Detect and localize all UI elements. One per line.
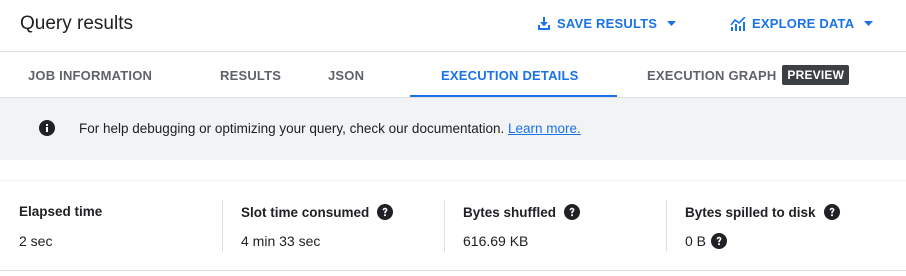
explore-data-label: EXPLORE DATA [752,16,855,31]
stat-value: 4 min 33 sec [241,233,321,249]
preview-badge: PREVIEW [782,65,850,85]
stat-label: Elapsed time [19,204,103,219]
stat-value: 616.69 KB [463,233,529,249]
help-icon[interactable] [711,233,728,249]
tab-execution-graph-label: EXECUTION GRAPH [647,67,777,83]
stat-label: Bytes shuffled [463,204,557,220]
save-results-button[interactable]: SAVE RESULTS [537,16,677,31]
help-icon[interactable] [564,204,581,220]
stat-divider [666,200,667,252]
stat-value: 0 B [685,233,707,249]
help-icon[interactable] [823,204,840,220]
stat-label-group: Bytes shuffled [463,204,581,220]
tab-job-information[interactable]: JOB INFORMATION [28,52,152,98]
tab-results[interactable]: RESULTS [220,52,281,98]
tab-execution-details[interactable]: EXECUTION DETAILS [441,52,579,98]
results-tabs: JOB INFORMATION RESULTS JSON EXECUTION D… [0,52,906,98]
help-banner-text: For help debugging or optimizing your qu… [79,121,581,136]
query-results-header: Query results SAVE RESULTS EXPLORE DATA [0,0,906,52]
stat-label-group: Bytes spilled to disk [685,204,840,220]
tab-json[interactable]: JSON [328,52,364,98]
tab-execution-graph[interactable]: EXECUTION GRAPH PREVIEW [647,52,850,98]
stat-label: Bytes spilled to disk [685,204,816,220]
download-icon [538,16,550,30]
explore-data-button[interactable]: EXPLORE DATA [730,16,874,31]
help-icon[interactable] [377,204,394,220]
page-title: Query results [20,13,133,34]
help-banner-message: For help debugging or optimizing your qu… [79,121,505,136]
stat-value-group: 0 B [685,233,728,249]
info-icon [39,120,55,136]
learn-more-link[interactable]: Learn more. [508,121,581,136]
stat-divider [444,200,445,252]
stat-divider [222,200,223,252]
stat-value: 2 sec [19,233,53,249]
caret-down-icon [864,21,874,26]
save-results-label: SAVE RESULTS [557,16,658,31]
stat-label: Slot time consumed [241,204,370,220]
chart-icon [730,16,746,31]
help-banner: For help debugging or optimizing your qu… [0,98,906,160]
stat-label-group: Slot time consumed [241,204,394,220]
caret-down-icon [667,21,677,26]
execution-stats: Elapsed time 2 sec Slot time consumed 4 … [0,180,906,271]
active-tab-indicator [410,95,617,97]
